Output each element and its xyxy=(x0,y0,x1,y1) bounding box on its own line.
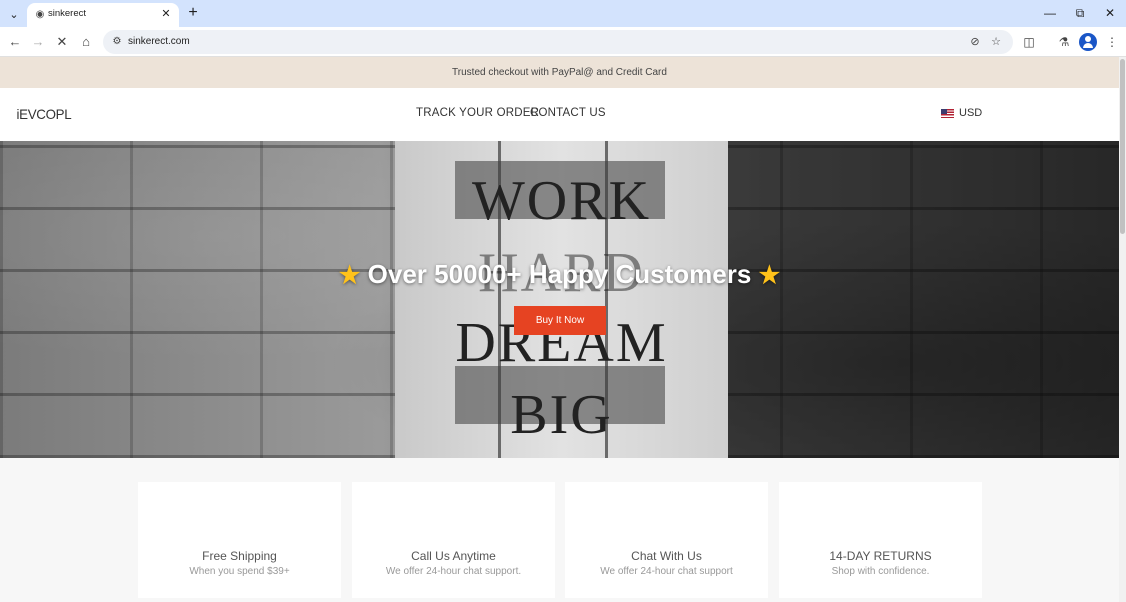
store-logo[interactable]: iEVCOPL xyxy=(16,106,71,122)
tab-strip: ⌄ ◉ sinkerect ✕ + — ⧉ ✕ xyxy=(0,0,1126,27)
minimize-icon[interactable]: — xyxy=(1040,4,1060,22)
close-icon[interactable]: ✕ xyxy=(159,7,173,21)
nav-track-order[interactable]: TRACK YOUR ORDER xyxy=(416,107,539,119)
feature-card-shipping: Free Shipping When you spend $39+ xyxy=(138,482,341,598)
feature-subtitle: We offer 24-hour chat support xyxy=(600,566,733,577)
address-bar[interactable]: ⚙ sinkerect.com ⊘ ☆ xyxy=(103,30,1013,54)
new-tab-icon[interactable]: + xyxy=(184,5,202,23)
feature-subtitle: When you spend $39+ xyxy=(189,566,290,577)
star-icon: ★ xyxy=(758,262,781,289)
feature-card-chat: Chat With Us We offer 24-hour chat suppo… xyxy=(565,482,768,598)
url-text[interactable]: sinkerect.com xyxy=(128,36,190,47)
feature-title: Free Shipping xyxy=(202,549,277,563)
sign-word: WORK xyxy=(471,170,652,232)
feature-subtitle: We offer 24-hour chat support. xyxy=(385,566,522,577)
feature-title: Chat With Us xyxy=(631,549,702,563)
restore-icon[interactable]: ⧉ xyxy=(1070,4,1090,22)
hero-headline-text: Over 50000+ Happy Customers xyxy=(367,259,752,289)
window-close-icon[interactable]: ✕ xyxy=(1100,4,1120,22)
scrollbar-thumb[interactable] xyxy=(1120,59,1125,234)
page-viewport: Trusted checkout with PayPal@ and Credit… xyxy=(0,57,1126,602)
extensions-icon[interactable]: ◫ xyxy=(1020,33,1038,51)
hero-shadow xyxy=(728,141,1119,458)
currency-label: USD xyxy=(959,107,983,119)
star-icon: ★ xyxy=(338,262,361,289)
nav-contact-us[interactable]: CONTACT US xyxy=(530,107,606,119)
feature-subtitle: Shop with confidence. xyxy=(831,566,930,577)
feature-title: Call Us Anytime xyxy=(411,549,496,563)
feature-card-returns: 14-DAY RETURNS Shop with confidence. xyxy=(779,482,982,598)
browser-tab[interactable]: ◉ sinkerect ✕ xyxy=(27,3,179,27)
hero-banner: WORK HARD DREAM BIG ★ Over 50000+ Happy … xyxy=(0,141,1119,458)
features-section: Free Shipping When you spend $39+ Call U… xyxy=(0,458,1119,602)
announcement-bar: Trusted checkout with PayPal@ and Credit… xyxy=(0,57,1119,88)
menu-icon[interactable]: ⋮ xyxy=(1103,33,1121,51)
page-scrollbar[interactable] xyxy=(1119,57,1126,602)
labs-icon[interactable]: ⚗ xyxy=(1055,33,1073,51)
eye-off-icon[interactable]: ⊘ xyxy=(967,34,983,50)
hero-headline: ★ Over 50000+ Happy Customers ★ xyxy=(0,259,1119,290)
profile-icon[interactable] xyxy=(1079,33,1097,51)
buy-it-now-button[interactable]: Buy It Now xyxy=(514,306,606,335)
home-icon[interactable]: ⌂ xyxy=(77,33,95,51)
sign-word: BIG xyxy=(510,384,613,446)
site-header: iEVCOPL TRACK YOUR ORDER CONTACT US USD xyxy=(0,88,1119,141)
forward-icon[interactable]: → xyxy=(29,33,47,51)
browser-toolbar: ← → ✕ ⌂ ⚙ sinkerect.com ⊘ ☆ ◫ ⚗ ⋮ xyxy=(0,27,1126,57)
stop-loading-icon[interactable]: ✕ xyxy=(53,33,71,51)
site-info-icon[interactable]: ⚙ xyxy=(110,35,124,49)
us-flag-icon xyxy=(941,108,954,118)
feature-title: 14-DAY RETURNS xyxy=(829,549,932,563)
tab-list-icon[interactable]: ⌄ xyxy=(5,5,23,23)
tab-title: sinkerect xyxy=(48,8,87,19)
back-icon[interactable]: ← xyxy=(6,33,24,51)
feature-card-call: Call Us Anytime We offer 24-hour chat su… xyxy=(352,482,555,598)
hero-sign-image: WORK HARD DREAM BIG xyxy=(395,141,728,458)
currency-selector[interactable]: USD xyxy=(941,107,982,119)
bookmark-star-icon[interactable]: ☆ xyxy=(988,34,1004,50)
favicon-icon: ◉ xyxy=(35,9,45,20)
